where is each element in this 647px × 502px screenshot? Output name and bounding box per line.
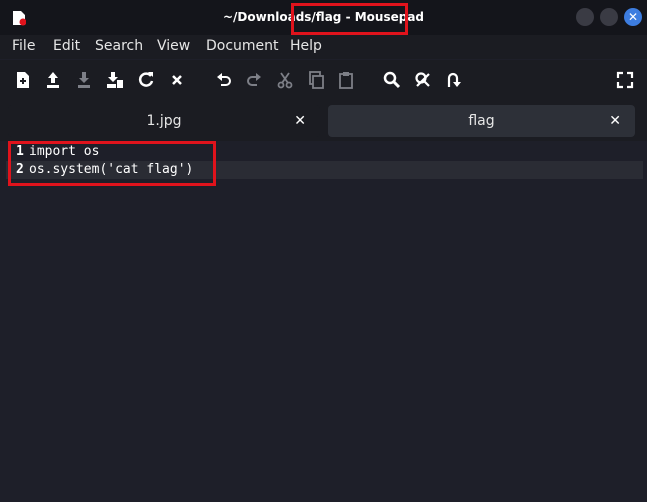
- title-annotation-box: [291, 3, 408, 35]
- save-as-icon[interactable]: [104, 69, 126, 91]
- undo-icon[interactable]: [213, 69, 235, 91]
- menu-bar: File Edit Search View Document Help: [0, 35, 647, 59]
- reload-icon[interactable]: [135, 69, 157, 91]
- paste-icon[interactable]: [335, 69, 357, 91]
- redo-icon[interactable]: [243, 69, 265, 91]
- menu-search[interactable]: Search: [95, 38, 143, 54]
- tab-close-icon[interactable]: ✕: [609, 105, 621, 137]
- tab-bar: 1.jpg ✕ flag ✕: [0, 100, 647, 141]
- code-annotation-box: [8, 141, 216, 186]
- minimize-button[interactable]: [576, 8, 594, 26]
- fullscreen-icon[interactable]: [614, 69, 636, 91]
- tab-close-icon[interactable]: ✕: [294, 105, 306, 137]
- open-icon[interactable]: [42, 69, 64, 91]
- new-document-icon[interactable]: [12, 69, 34, 91]
- tab-1-jpg[interactable]: 1.jpg ✕: [8, 105, 320, 137]
- tab-flag[interactable]: flag ✕: [328, 105, 635, 137]
- save-icon[interactable]: [73, 69, 95, 91]
- tab-label: flag: [468, 113, 495, 129]
- menu-file[interactable]: File: [12, 38, 35, 54]
- menu-view[interactable]: View: [157, 38, 190, 54]
- find-replace-icon[interactable]: [412, 69, 434, 91]
- cut-icon[interactable]: [274, 69, 296, 91]
- search-icon[interactable]: [381, 69, 403, 91]
- go-to-icon[interactable]: [442, 69, 464, 91]
- text-editor[interactable]: 1 import os 2 os.system('cat flag'): [6, 141, 643, 500]
- window-close-button[interactable]: ✕: [624, 8, 642, 26]
- menu-document[interactable]: Document: [206, 38, 279, 54]
- tab-label: 1.jpg: [146, 113, 182, 129]
- copy-icon[interactable]: [305, 69, 327, 91]
- menu-edit[interactable]: Edit: [53, 38, 80, 54]
- close-icon[interactable]: [166, 69, 188, 91]
- maximize-button[interactable]: [600, 8, 618, 26]
- toolbar: [0, 60, 647, 100]
- menu-help[interactable]: Help: [290, 38, 322, 54]
